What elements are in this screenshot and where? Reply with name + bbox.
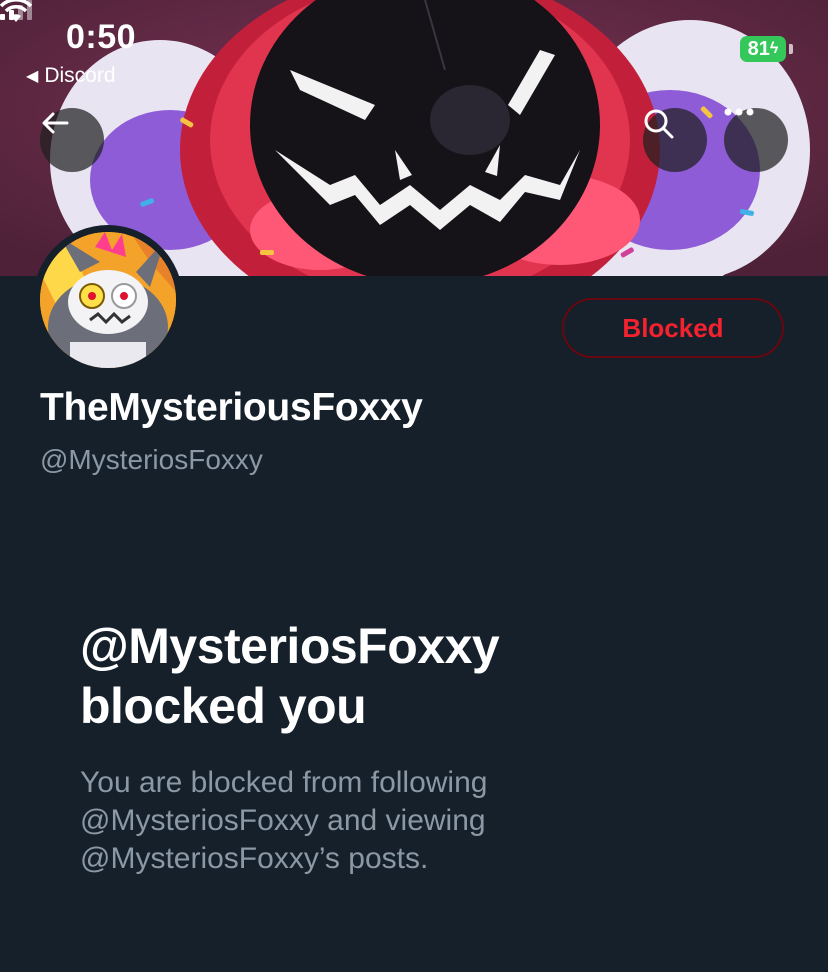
blocked-button[interactable]: Blocked: [562, 298, 784, 358]
blocked-notice-title: @MysteriosFoxxy blocked you: [80, 616, 760, 736]
wifi-icon: [0, 0, 32, 22]
blocked-desc-line-1: You are blocked from following: [80, 766, 488, 799]
status-bar: 0:50 ◀ Discord 81 ϟ: [0, 0, 828, 100]
blocked-title-line-1: @MysteriosFoxxy: [80, 618, 500, 674]
charging-bolt-icon: ϟ: [769, 40, 779, 57]
blocked-title-line-2: blocked you: [80, 678, 367, 734]
back-button[interactable]: [40, 108, 104, 172]
blocked-desc-line-2: @MysteriosFoxxy and viewing: [80, 804, 486, 837]
avatar-image: [40, 232, 176, 368]
more-options-button[interactable]: [724, 108, 788, 172]
status-time: 0:50: [66, 18, 137, 56]
battery-cap: [789, 44, 793, 54]
arrow-left-icon: [42, 112, 69, 134]
more-horizontal-icon: [724, 108, 754, 116]
blocked-desc-line-3: @MysteriosFoxxy’s posts.: [80, 842, 429, 875]
profile-display-name: TheMysteriousFoxxy: [40, 386, 423, 429]
profile-handle: @MysteriosFoxxy: [40, 444, 263, 475]
back-triangle-icon: ◀: [26, 68, 39, 85]
search-icon: [644, 109, 674, 139]
back-to-app-link[interactable]: ◀ Discord: [26, 64, 116, 88]
profile-avatar[interactable]: [33, 225, 183, 375]
battery-level: 81: [747, 37, 770, 60]
battery-indicator: 81 ϟ: [740, 36, 786, 62]
search-button[interactable]: [643, 108, 707, 172]
back-app-label: Discord: [44, 64, 116, 87]
blocked-notice-description: You are blocked from following @Mysterio…: [80, 764, 680, 878]
